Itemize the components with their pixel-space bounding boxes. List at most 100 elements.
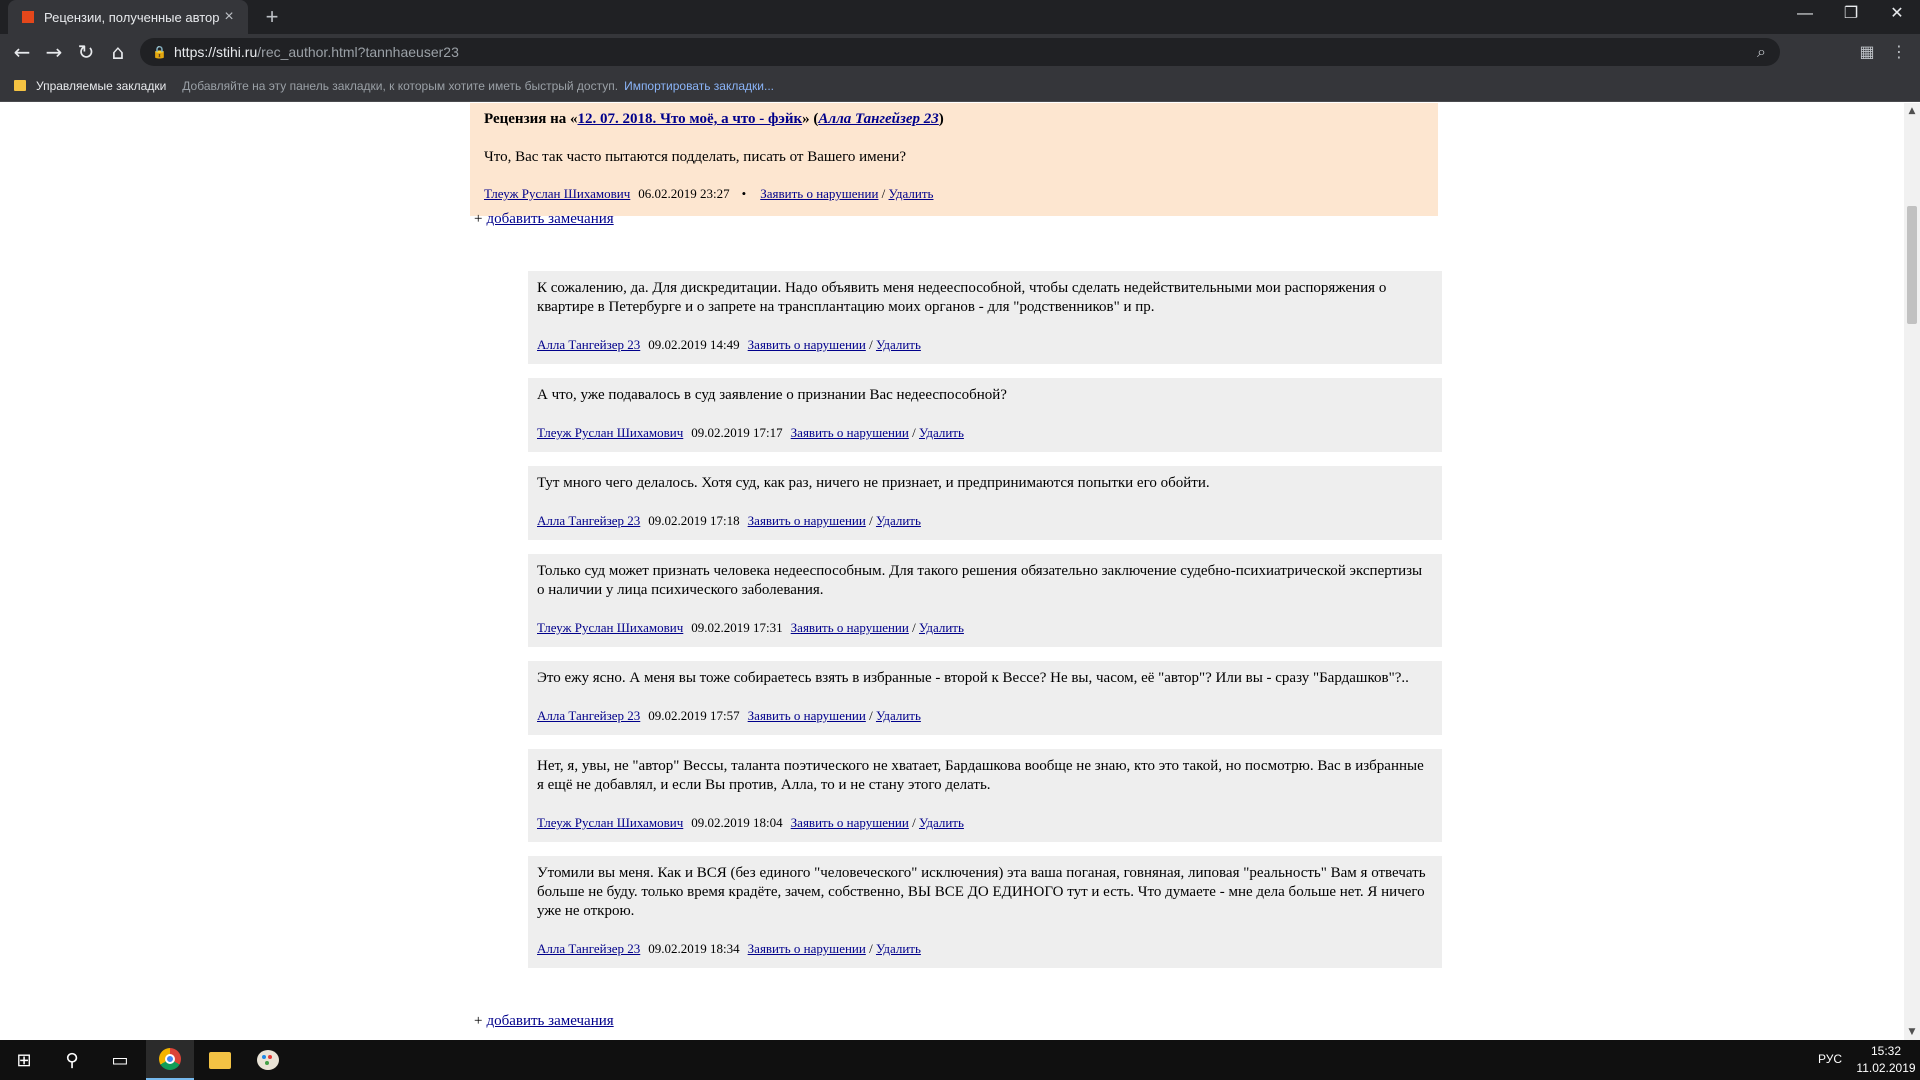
- main-review: Рецензия на «12. 07. 2018. Что моё, а чт…: [470, 103, 1438, 216]
- reply-date: 09.02.2019 17:18: [648, 513, 740, 528]
- reply-block: А что, уже подавалось в суд заявление о …: [528, 378, 1442, 452]
- report-violation-link[interactable]: Заявить о нарушении: [748, 941, 866, 956]
- report-violation-link[interactable]: Заявить о нарушении: [748, 708, 866, 723]
- back-icon[interactable]: ←: [6, 34, 38, 70]
- report-violation-link[interactable]: Заявить о нарушении: [748, 513, 866, 528]
- reply-text: А что, уже подавалось в суд заявление о …: [537, 387, 1007, 403]
- tab-close-icon[interactable]: ×: [220, 8, 238, 26]
- review-date: 06.02.2019 23:27: [638, 186, 730, 201]
- reply-author-link[interactable]: Тлеуж Руслан Шихамович: [537, 620, 683, 635]
- reply-block: Это ежу ясно. А меня вы тоже собираетесь…: [528, 661, 1442, 735]
- windows-taskbar: ⊞ ⚲ ▭ РУС 15:32 11.02.2019: [0, 1040, 1920, 1080]
- add-note-link[interactable]: добавить замечания: [486, 1013, 613, 1029]
- delete-link[interactable]: Удалить: [919, 815, 964, 830]
- reply-author-link[interactable]: Алла Тангейзер 23: [537, 337, 640, 352]
- bullet-separator: •: [741, 186, 747, 201]
- input-language-indicator[interactable]: РУС: [1818, 1052, 1842, 1066]
- delete-link[interactable]: Удалить: [919, 425, 964, 440]
- reply-author-link[interactable]: Алла Тангейзер 23: [537, 941, 640, 956]
- reviewed-work-link[interactable]: 12. 07. 2018. Что моё, а что - фэйк: [578, 111, 803, 127]
- report-violation-link[interactable]: Заявить о нарушении: [791, 815, 909, 830]
- paint-palette-icon: [257, 1050, 279, 1070]
- reviewer-link[interactable]: Тлеуж Руслан Шихамович: [484, 186, 630, 201]
- reply-date: 09.02.2019 14:49: [648, 337, 740, 352]
- reply-block: Тут много чего делалось. Хотя суд, как р…: [528, 466, 1442, 540]
- lock-icon[interactable]: 🔒: [152, 45, 167, 59]
- plus-icon: +: [474, 211, 483, 227]
- report-violation-link[interactable]: Заявить о нарушении: [791, 620, 909, 635]
- system-clock[interactable]: 15:32 11.02.2019: [1856, 1043, 1916, 1077]
- url-text: https://stihi.ru/rec_author.html?tannhae…: [174, 44, 459, 60]
- delete-link[interactable]: Удалить: [876, 941, 921, 956]
- add-note-link[interactable]: добавить замечания: [486, 211, 613, 227]
- reply-meta: Алла Тангейзер 23 09.02.2019 18:34 Заявить…: [537, 940, 1433, 958]
- reply-date: 09.02.2019 17:57: [648, 708, 740, 723]
- delete-link[interactable]: Удалить: [889, 186, 934, 201]
- taskbar-paint[interactable]: [244, 1040, 292, 1080]
- menu-kebab-icon[interactable]: ⋮: [1884, 34, 1914, 70]
- restore-button[interactable]: ❐: [1828, 0, 1874, 30]
- managed-bookmarks-folder[interactable]: Управляемые закладки: [36, 79, 166, 93]
- browser-toolbar: ← → ↻ ⌂ 🔒 https://stihi.ru/rec_author.ht…: [0, 34, 1920, 70]
- delete-link[interactable]: Удалить: [876, 513, 921, 528]
- delete-link[interactable]: Удалить: [876, 337, 921, 352]
- bookmarks-bar: Управляемые закладки Добавляйте на эту п…: [0, 70, 1920, 102]
- reply-block: К сожалению, да. Для дискредитации. Надо…: [528, 271, 1442, 364]
- chrome-icon: [159, 1048, 181, 1070]
- report-violation-link[interactable]: Заявить о нарушении: [760, 186, 878, 201]
- minimize-button[interactable]: —: [1782, 0, 1828, 30]
- reload-icon[interactable]: ↻: [70, 34, 102, 70]
- reply-author-link[interactable]: Тлеуж Руслан Шихамович: [537, 425, 683, 440]
- slash-separator: /: [912, 425, 916, 440]
- start-windows-icon[interactable]: ⊞: [0, 1040, 48, 1080]
- reply-meta: Алла Тангейзер 23 09.02.2019 14:49 Заявить…: [537, 336, 1433, 354]
- delete-link[interactable]: Удалить: [919, 620, 964, 635]
- import-bookmarks-link[interactable]: Импортировать закладки...: [624, 79, 774, 93]
- clock-date: 11.02.2019: [1856, 1061, 1916, 1075]
- reply-date: 09.02.2019 18:34: [648, 941, 740, 956]
- tab-strip: Рецензии, полученные автором × + — ❐ ✕: [0, 0, 1920, 34]
- search-icon[interactable]: ⚲: [48, 1040, 96, 1080]
- slash-separator: /: [881, 186, 886, 201]
- reply-text: Нет, я, увы, не "автор" Вессы, таланта п…: [537, 758, 1424, 793]
- slash-separator: /: [869, 708, 873, 723]
- reply-author-link[interactable]: Тлеуж Руслан Шихамович: [537, 815, 683, 830]
- scrollbar-thumb[interactable]: [1907, 206, 1917, 324]
- reply-meta: Тлеуж Руслан Шихамович 09.02.2019 17:17 За…: [537, 424, 1433, 442]
- replies-thread: К сожалению, да. Для дискредитации. Надо…: [528, 271, 1442, 982]
- taskbar-file-explorer[interactable]: [196, 1040, 244, 1080]
- tab-title: Рецензии, полученные автором: [44, 9, 220, 25]
- slash-separator: /: [912, 620, 916, 635]
- reply-author-link[interactable]: Алла Тангейзер 23: [537, 513, 640, 528]
- report-violation-link[interactable]: Заявить о нарушении: [791, 425, 909, 440]
- page-scrollbar[interactable]: ▲ ▼: [1904, 103, 1920, 1040]
- scroll-up-arrow-icon[interactable]: ▲: [1904, 103, 1920, 119]
- clock-time: 15:32: [1870, 1044, 1902, 1058]
- plus-icon: +: [474, 1013, 483, 1029]
- zoom-search-icon[interactable]: ⌕: [1757, 42, 1766, 62]
- browser-tab-active[interactable]: Рецензии, полученные автором ×: [8, 0, 248, 34]
- bookmarks-hint-text: Добавляйте на эту панель закладки, к кот…: [182, 78, 619, 93]
- report-violation-link[interactable]: Заявить о нарушении: [748, 337, 866, 352]
- review-heading: Рецензия на «12. 07. 2018. Что моё, а чт…: [484, 111, 944, 127]
- delete-link[interactable]: Удалить: [876, 708, 921, 723]
- task-view-icon[interactable]: ▭: [96, 1040, 144, 1080]
- taskbar-chrome[interactable]: [146, 1040, 194, 1080]
- work-author-link[interactable]: Алла Тангейзер 23: [818, 111, 938, 127]
- forward-icon[interactable]: →: [38, 34, 70, 70]
- scroll-down-arrow-icon[interactable]: ▼: [1904, 1024, 1920, 1040]
- reply-block: Нет, я, увы, не "автор" Вессы, таланта п…: [528, 749, 1442, 842]
- home-icon[interactable]: ⌂: [102, 34, 134, 70]
- reply-text: Только суд может признать человека недее…: [537, 563, 1423, 598]
- review-text: Что, Вас так часто пытаются подделать, п…: [484, 149, 907, 165]
- address-bar[interactable]: 🔒 https://stihi.ru/rec_author.html?tannh…: [140, 38, 1780, 66]
- reply-text: Утомили вы меня. Как и ВСЯ (без единого …: [537, 865, 1426, 919]
- reply-text: К сожалению, да. Для дискредитации. Надо…: [537, 280, 1387, 315]
- reply-author-link[interactable]: Алла Тангейзер 23: [537, 708, 640, 723]
- close-window-button[interactable]: ✕: [1874, 0, 1920, 30]
- new-tab-button[interactable]: +: [260, 4, 284, 30]
- extension-icon[interactable]: ▦: [1852, 34, 1882, 70]
- review-meta: Тлеуж Руслан Шихамович 06.02.2019 23:27 • З…: [484, 185, 1424, 203]
- slash-separator: /: [869, 513, 873, 528]
- reply-date: 09.02.2019 17:17: [691, 425, 783, 440]
